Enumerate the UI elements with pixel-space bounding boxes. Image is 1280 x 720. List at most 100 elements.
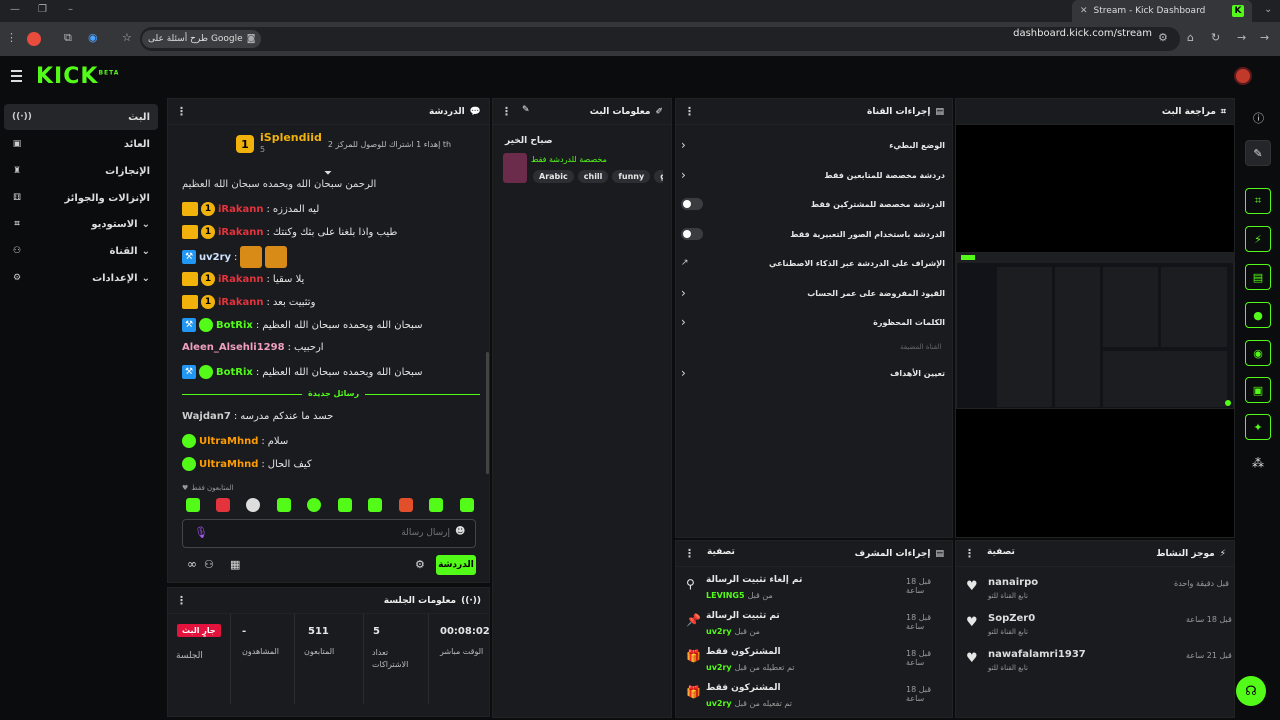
- mod-action-user[interactable]: uv2ry: [706, 699, 732, 708]
- restore-icon[interactable]: ❐: [38, 4, 47, 15]
- chat-username[interactable]: iRakann: [218, 227, 264, 238]
- activity-user[interactable]: SopZer0: [988, 613, 1035, 624]
- nav-item-revenue[interactable]: ▣ العائد: [4, 131, 158, 157]
- chat-username[interactable]: iRakann: [218, 204, 264, 215]
- cast-icon[interactable]: ◉: [88, 31, 98, 44]
- broadcast-icon[interactable]: ◉: [1245, 340, 1271, 366]
- setting-account-age[interactable]: › القيود المفروضة على عمر الحساب: [681, 286, 945, 300]
- emote-icon[interactable]: [399, 498, 413, 512]
- emote-icon[interactable]: [216, 498, 230, 512]
- chat-username[interactable]: uv2ry: [199, 252, 231, 263]
- chat-input[interactable]: [212, 524, 450, 542]
- focus-icon[interactable]: ⌗: [1245, 188, 1271, 214]
- nav-item-drops[interactable]: ⚅ الإنزالات والجوائز: [4, 185, 158, 211]
- close-window-icon[interactable]: –: [68, 4, 73, 15]
- category-thumbnail[interactable]: [503, 153, 527, 183]
- tag-chip[interactable]: Arabic: [533, 170, 574, 183]
- stream-preview-video[interactable]: [956, 252, 1235, 409]
- setting-banned-words[interactable]: › الكلمات المحظورة: [681, 315, 945, 329]
- chat-icon[interactable]: ●: [1245, 302, 1271, 328]
- site-settings-icon[interactable]: ⚙: [1158, 31, 1168, 44]
- store-icon[interactable]: ▦: [230, 558, 240, 571]
- emote-icon[interactable]: [368, 498, 382, 512]
- hamburger-menu-icon[interactable]: [11, 70, 22, 85]
- puzzle-icon[interactable]: ⧉: [64, 31, 72, 45]
- session-menu-icon[interactable]: ⋮: [176, 594, 187, 607]
- avatar[interactable]: [1234, 67, 1252, 85]
- tag-chip[interactable]: funny: [612, 170, 651, 183]
- pinned-user[interactable]: iSplendiid: [260, 132, 322, 144]
- channel-actions-menu-icon[interactable]: ⋮: [684, 105, 695, 118]
- emote-icon[interactable]: [186, 498, 200, 512]
- kick-logo[interactable]: KICKBETA: [36, 64, 119, 89]
- group-icon[interactable]: ⁂: [1252, 456, 1264, 470]
- menu-dots-icon[interactable]: ⋮: [6, 31, 17, 44]
- mod-actions-menu-icon[interactable]: ⋮: [684, 547, 695, 560]
- chat-username[interactable]: UltraMhnd: [199, 436, 258, 447]
- tag-chip[interactable]: chill: [577, 170, 609, 183]
- emoji-icon[interactable]: ☻: [455, 526, 465, 537]
- google-search-chip[interactable]: طرح أسئلة على Google ◙: [142, 30, 262, 48]
- setting-followers-only[interactable]: › دردشة مخصصة للمتابعين فقط: [681, 168, 945, 182]
- emote-icon[interactable]: [338, 498, 352, 512]
- mod-filter-button[interactable]: تصفية: [707, 547, 735, 560]
- mod-action-user[interactable]: uv2ry: [706, 627, 732, 636]
- activity-filter-button[interactable]: تصفية: [987, 547, 1015, 560]
- chat-username[interactable]: Aleen_Alsehli1298: [182, 342, 285, 353]
- chat-username[interactable]: Wajdan7: [182, 411, 231, 422]
- back-icon[interactable]: →: [1260, 31, 1269, 44]
- chat-scrollbar[interactable]: [486, 352, 489, 474]
- help-chat-button[interactable]: ☊: [1236, 676, 1266, 706]
- notes-icon[interactable]: ▤: [1245, 264, 1271, 290]
- subscribers-only-toggle[interactable]: [681, 198, 703, 210]
- pencil-icon[interactable]: ✎: [1245, 140, 1271, 166]
- tag-chip[interactable]: gam: [654, 170, 663, 183]
- setting-slow-mode[interactable]: › الوضع البطيء: [681, 138, 945, 152]
- chat-username[interactable]: iRakann: [218, 274, 264, 285]
- chat-username[interactable]: UltraMhnd: [199, 459, 258, 470]
- edit-pencil-icon[interactable]: ✎: [522, 105, 530, 118]
- forward-icon[interactable]: →: [1237, 31, 1246, 44]
- mod-action-user[interactable]: uv2ry: [706, 663, 732, 672]
- nav-item-studio[interactable]: ⌗ الاستوديو ⌄: [4, 211, 158, 237]
- emote-icon[interactable]: [307, 498, 321, 512]
- info-icon[interactable]: ⓘ: [1253, 110, 1264, 126]
- nav-item-stream[interactable]: ((·)) البث: [4, 104, 158, 130]
- stream-info-menu-icon[interactable]: ⋮: [501, 105, 512, 118]
- nav-item-channel[interactable]: ⚇ القناة ⌄: [4, 238, 158, 264]
- emote-icon[interactable]: [460, 498, 474, 512]
- activity-user[interactable]: nawafalamri1937: [988, 649, 1086, 660]
- gear-icon[interactable]: ⚙: [415, 558, 425, 571]
- url-text[interactable]: dashboard.kick.com/stream: [1013, 28, 1152, 39]
- layout-icon[interactable]: ▣: [1245, 377, 1271, 403]
- minimize-icon[interactable]: —: [10, 4, 20, 15]
- chat-username[interactable]: iRakann: [218, 297, 264, 308]
- tab-close-icon[interactable]: ✕: [1080, 6, 1088, 16]
- emotes-only-toggle[interactable]: [681, 228, 703, 240]
- nav-item-achievements[interactable]: ♜ الإنجازات: [4, 158, 158, 184]
- infinity-icon[interactable]: ∞: [187, 557, 197, 571]
- chat-menu-icon[interactable]: ⋮: [176, 105, 187, 118]
- bolt-icon[interactable]: ⚡: [1245, 226, 1271, 252]
- send-chat-button[interactable]: الدردشة: [436, 555, 476, 575]
- wrench-icon[interactable]: ✦: [1245, 414, 1271, 440]
- emote-icon[interactable]: [429, 498, 443, 512]
- microphone-icon[interactable]: 🎙: [194, 526, 208, 539]
- scroll-down-icon[interactable]: ⏷: [324, 168, 332, 179]
- browser-tab[interactable]: ✕ Stream - Kick Dashboard K: [1072, 0, 1252, 22]
- bookmark-star-icon[interactable]: ☆: [122, 31, 132, 44]
- nav-item-settings[interactable]: ⚙ الإعدادات ⌄: [4, 265, 158, 291]
- mod-action-user[interactable]: LEVING5: [706, 591, 745, 600]
- chat-username[interactable]: BotRix: [216, 320, 253, 331]
- reload-icon[interactable]: ↻: [1211, 31, 1220, 44]
- chat-username[interactable]: BotRix: [216, 367, 253, 378]
- activity-menu-icon[interactable]: ⋮: [964, 547, 975, 560]
- activity-user[interactable]: nanairpo: [988, 577, 1038, 588]
- users-icon[interactable]: ⚇: [204, 558, 214, 571]
- emote-icon[interactable]: [277, 498, 291, 512]
- stream-mode[interactable]: مخصصة للدردشة فقط: [531, 155, 607, 164]
- emote-icon[interactable]: [246, 498, 260, 512]
- setting-goals[interactable]: › تعيين الأهداف: [681, 366, 945, 380]
- tab-search-icon[interactable]: ⌄: [1264, 4, 1272, 15]
- setting-ai-moderation[interactable]: ↗ الإشراف على الدردشة عبر الذكاء الاصطناع…: [681, 258, 945, 268]
